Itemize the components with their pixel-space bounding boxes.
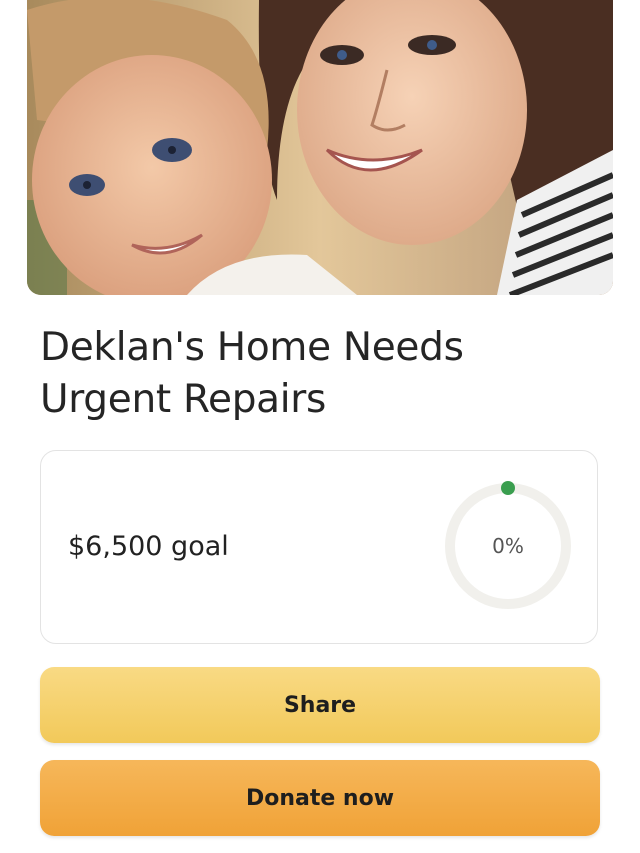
campaign-title: Deklan's Home Needs Urgent Repairs	[40, 325, 464, 422]
share-button[interactable]: Share	[40, 667, 600, 743]
goal-card: $6,500 goal 0%	[40, 450, 598, 644]
progress-ring: 0%	[441, 479, 575, 613]
fundraiser-page: Deklan's Home Needs Urgent Repairs $6,50…	[0, 0, 640, 853]
donate-button[interactable]: Donate now	[40, 760, 600, 836]
campaign-photo	[27, 0, 613, 295]
progress-percent: 0%	[492, 534, 524, 558]
goal-amount: $6,500 goal	[68, 531, 229, 562]
campaign-photo-image	[27, 0, 613, 295]
